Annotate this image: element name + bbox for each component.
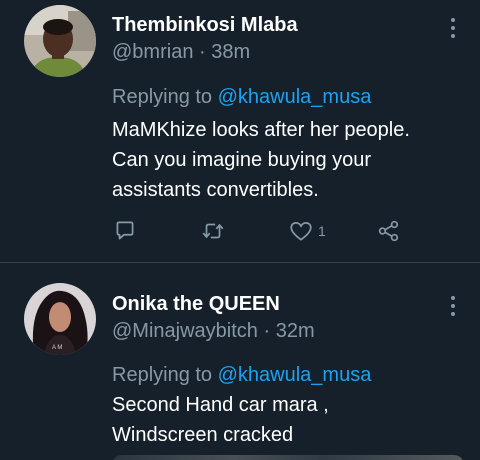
heart-icon: [290, 222, 312, 241]
avatar[interactable]: [24, 5, 96, 77]
replying-prefix: Replying to: [112, 86, 213, 108]
share-button[interactable]: [376, 216, 402, 246]
tweet-text-line: Second Hand car mara ,: [112, 394, 329, 416]
author-name[interactable]: Thembinkosi Mlaba: [112, 13, 298, 37]
tweet-text-line: Windscreen cracked: [112, 424, 294, 446]
separator: ·: [193, 41, 212, 63]
svg-text:A M: A M: [52, 345, 62, 351]
tweet-card[interactable]: A M Onika the QUEEN @Minajwaybitch · 32m…: [0, 263, 480, 460]
tweet-text: MaMKhize looks after her people. Can you…: [112, 115, 462, 205]
timestamp[interactable]: 32m: [276, 320, 315, 342]
author-name[interactable]: Onika the QUEEN: [112, 292, 280, 316]
author-handle[interactable]: @bmrian: [112, 41, 193, 63]
like-button[interactable]: 1: [288, 216, 326, 246]
tweet-card[interactable]: Thembinkosi Mlaba @bmrian · 38m Replying…: [0, 0, 480, 262]
comment-icon: [116, 221, 134, 240]
retweet-icon: [202, 223, 224, 239]
tweet-text: Second Hand car mara , Windscreen cracke…: [112, 390, 462, 450]
author-handle-and-time: @bmrian · 38m: [112, 40, 250, 64]
like-count: 1: [318, 223, 326, 239]
separator: ·: [257, 320, 276, 342]
avatar-photo-icon: A M: [24, 283, 96, 355]
replying-prefix: Replying to: [112, 364, 213, 386]
action-bar: 1: [112, 216, 432, 246]
mention-link[interactable]: @khawula_musa: [218, 86, 372, 108]
tweet-text-line: assistants convertibles.: [112, 179, 319, 201]
author-handle-and-time: @Minajwaybitch · 32m: [112, 319, 315, 343]
media-preview[interactable]: [112, 455, 464, 460]
retweet-button[interactable]: [200, 216, 226, 246]
timestamp[interactable]: 38m: [211, 41, 250, 63]
avatar-photo-icon: [24, 5, 96, 77]
more-options-icon[interactable]: [450, 18, 456, 40]
tweet-text-line: MaMKhize looks after her people.: [112, 119, 410, 141]
tweet-text-line: Can you imagine buying your: [112, 149, 372, 171]
share-icon: [378, 220, 399, 242]
replying-to: Replying to @khawula_musa: [112, 85, 371, 109]
avatar[interactable]: A M: [24, 283, 96, 355]
author-handle[interactable]: @Minajwaybitch: [112, 320, 258, 342]
mention-link[interactable]: @khawula_musa: [218, 364, 372, 386]
replying-to: Replying to @khawula_musa: [112, 363, 371, 387]
reply-button[interactable]: [112, 216, 138, 246]
more-options-icon[interactable]: [450, 296, 456, 318]
